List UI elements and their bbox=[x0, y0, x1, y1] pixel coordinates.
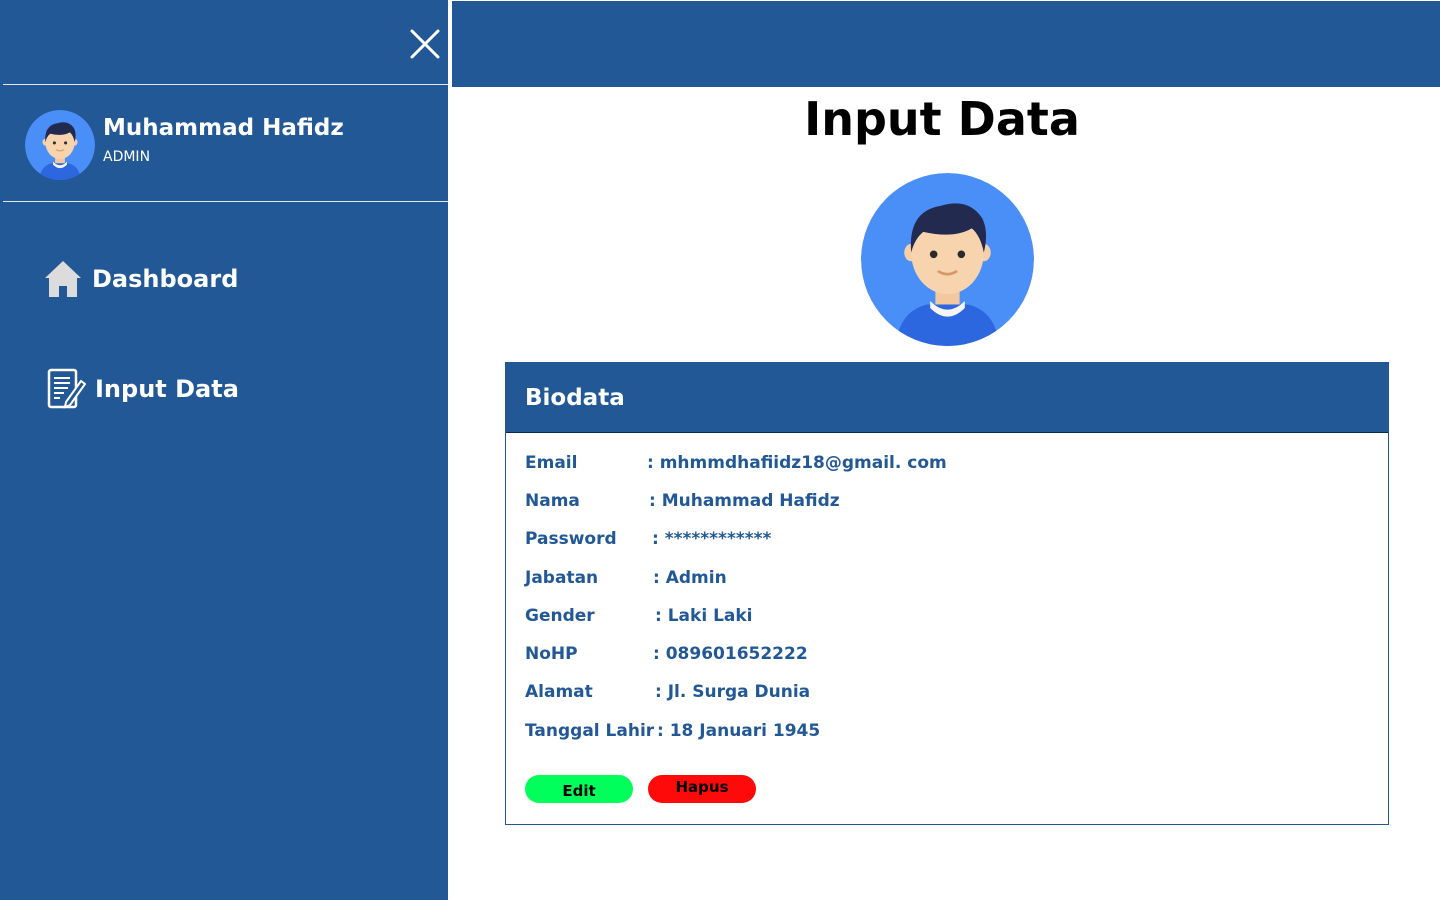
sidebar: Muhammad Hafidz ADMIN Dashboard Input Da… bbox=[0, 0, 448, 900]
user-role: ADMIN bbox=[103, 149, 151, 165]
close-icon[interactable] bbox=[405, 24, 445, 64]
sidebar-item-dashboard[interactable]: Dashboard bbox=[44, 259, 238, 299]
field-label: Gender bbox=[525, 606, 595, 626]
field-label: Jabatan bbox=[525, 568, 599, 588]
field-value: : Muhammad Hafidz bbox=[649, 491, 840, 511]
field-value: : Laki Laki bbox=[655, 606, 753, 626]
sidebar-item-label: Dashboard bbox=[92, 265, 239, 293]
field-label: Password bbox=[525, 529, 617, 549]
document-edit-icon bbox=[47, 368, 86, 409]
field-label: Alamat bbox=[525, 682, 593, 702]
field-label: Nama bbox=[525, 491, 580, 511]
field-label: Email bbox=[525, 453, 578, 473]
field-value: : Admin bbox=[653, 568, 727, 588]
field-label: NoHP bbox=[525, 644, 578, 664]
user-name: Muhammad Hafidz bbox=[103, 115, 344, 141]
biodata-card: Biodata Email : mhmmdhafiidz18@gmail. co… bbox=[505, 362, 1389, 825]
top-bar bbox=[452, 1, 1440, 87]
edit-button[interactable]: Edit bbox=[525, 775, 633, 803]
sidebar-item-label: Input Data bbox=[95, 375, 239, 403]
sidebar-item-input-data[interactable]: Input Data bbox=[46, 367, 239, 411]
profile-avatar bbox=[861, 173, 1034, 346]
page-title: Input Data bbox=[804, 92, 1080, 146]
field-value: : 089601652222 bbox=[653, 644, 808, 664]
home-icon bbox=[45, 261, 81, 297]
field-value: : Jl. Surga Dunia bbox=[655, 682, 811, 702]
field-value: : ************ bbox=[652, 529, 772, 549]
field-value: : 18 Januari 1945 bbox=[657, 721, 821, 741]
avatar bbox=[25, 110, 95, 180]
field-label: Tanggal Lahir bbox=[525, 721, 655, 741]
delete-button[interactable]: Hapus bbox=[648, 775, 756, 803]
user-profile: Muhammad Hafidz ADMIN bbox=[3, 85, 448, 202]
sidebar-header bbox=[3, 0, 448, 85]
card-title: Biodata bbox=[525, 385, 625, 411]
field-value: : mhmmdhafiidz18@gmail. com bbox=[647, 453, 947, 473]
card-header: Biodata bbox=[506, 363, 1388, 433]
